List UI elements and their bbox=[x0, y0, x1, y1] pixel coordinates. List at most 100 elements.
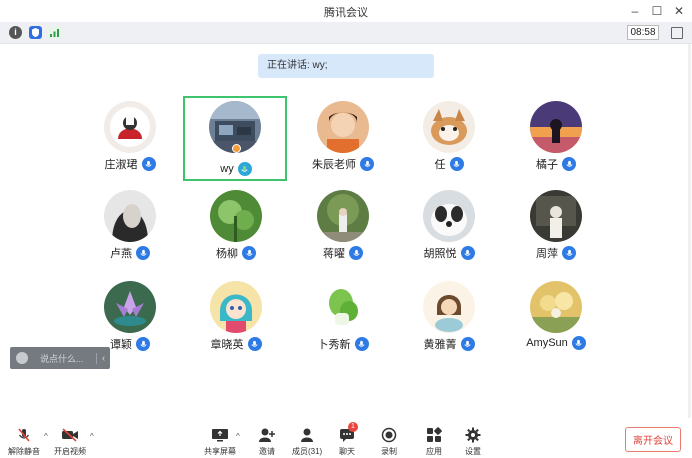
microphone-icon[interactable] bbox=[247, 337, 262, 351]
video-off-icon bbox=[61, 426, 79, 444]
participant-name-line: 卢燕 bbox=[78, 245, 182, 261]
participant-tile[interactable]: 黄雅菁 bbox=[397, 278, 501, 363]
minimize-icon[interactable]: – bbox=[626, 2, 644, 20]
chat-quick-input[interactable]: 说点什么... ‹ bbox=[10, 347, 110, 369]
participant-name-line: 橘子 bbox=[504, 156, 608, 172]
participant-name-line: 章晓英 bbox=[184, 336, 288, 352]
participant-tile[interactable]: 蒋曜 bbox=[291, 187, 395, 272]
record-button[interactable]: 录制 bbox=[380, 426, 398, 457]
invite-button[interactable]: 邀请 bbox=[258, 426, 276, 457]
microphone-icon[interactable] bbox=[349, 246, 363, 260]
microphone-icon[interactable] bbox=[449, 157, 464, 171]
participant-name-line: AmySun bbox=[504, 336, 608, 350]
participant-tile[interactable]: 卢燕 bbox=[78, 187, 182, 272]
participant-tile[interactable]: 朱辰老师 bbox=[291, 98, 395, 183]
participant-name-line: 黄雅菁 bbox=[397, 336, 501, 352]
microphone-icon[interactable] bbox=[136, 246, 150, 260]
share-screen-button[interactable]: 共享屏幕 bbox=[204, 426, 236, 457]
collapse-chevron-icon[interactable]: ‹ bbox=[96, 352, 110, 364]
gear-icon bbox=[464, 426, 482, 444]
microphone-icon[interactable] bbox=[460, 246, 475, 260]
fullscreen-icon[interactable] bbox=[671, 27, 683, 39]
unmute-button[interactable]: 解除静音 bbox=[8, 426, 40, 457]
participant-tile-active[interactable]: wy bbox=[183, 96, 287, 181]
microphone-icon[interactable] bbox=[354, 337, 369, 351]
apps-label: 应用 bbox=[426, 447, 442, 456]
participant-name: wy bbox=[220, 163, 234, 175]
avatar bbox=[423, 101, 475, 153]
avatar bbox=[423, 190, 475, 242]
window-controls: – ☐ ✕ bbox=[626, 2, 688, 20]
microphone-icon[interactable] bbox=[562, 157, 576, 171]
close-icon[interactable]: ✕ bbox=[670, 2, 688, 20]
avatar bbox=[317, 281, 369, 333]
avatar bbox=[530, 190, 582, 242]
microphone-icon[interactable] bbox=[136, 337, 150, 351]
participant-tile[interactable]: AmySun bbox=[504, 278, 608, 363]
microphone-icon[interactable] bbox=[242, 246, 256, 260]
participant-name: 橘子 bbox=[536, 159, 558, 171]
participant-name-line: 朱辰老师 bbox=[291, 156, 395, 172]
participant-tile[interactable]: 卜秀新 bbox=[291, 278, 395, 363]
apps-button[interactable]: 应用 bbox=[425, 426, 443, 457]
leave-meeting-button[interactable]: 离开会议 bbox=[625, 427, 681, 452]
participant-name: 庄淑珺 bbox=[104, 159, 138, 171]
avatar bbox=[210, 281, 262, 333]
window-title: 腾讯会议 bbox=[324, 7, 368, 19]
avatar bbox=[317, 190, 369, 242]
microphone-icon[interactable] bbox=[360, 157, 374, 171]
participant-tile[interactable]: 任 bbox=[397, 98, 501, 183]
participant-name-line: 胡照悦 bbox=[397, 245, 501, 261]
participant-tile[interactable]: 周萍 bbox=[504, 187, 608, 272]
chat-placeholder[interactable]: 说点什么... bbox=[40, 352, 96, 365]
emoji-icon[interactable] bbox=[16, 352, 28, 364]
participant-tile[interactable]: 章晓英 bbox=[184, 278, 288, 363]
audio-options-chevron-icon[interactable]: ^ bbox=[44, 432, 48, 441]
chat-button[interactable]: 1 聊天 bbox=[338, 422, 358, 457]
bottom-toolbar: 解除静音 ^ 开启视频 ^ 共享屏幕 ^ 邀请 成员(31) 1 聊天 录制 应… bbox=[0, 418, 692, 458]
members-icon bbox=[298, 426, 316, 444]
avatar bbox=[530, 101, 582, 153]
maximize-icon[interactable]: ☐ bbox=[648, 2, 666, 20]
settings-button[interactable]: 设置 bbox=[464, 426, 482, 457]
participant-name-line: 庄淑珺 bbox=[78, 156, 182, 172]
microphone-icon[interactable] bbox=[141, 157, 156, 171]
microphone-speaking-icon[interactable] bbox=[237, 162, 252, 176]
participant-name: 周萍 bbox=[536, 248, 558, 260]
participant-tile[interactable]: 胡照悦 bbox=[397, 187, 501, 272]
microphone-icon[interactable] bbox=[562, 246, 576, 260]
info-icon[interactable]: i bbox=[9, 26, 22, 39]
host-badge-icon bbox=[232, 144, 241, 153]
unmute-label: 解除静音 bbox=[8, 447, 40, 456]
microphone-icon[interactable] bbox=[571, 336, 586, 350]
record-label: 录制 bbox=[381, 447, 397, 456]
chat-label: 聊天 bbox=[339, 447, 355, 456]
speaking-indicator: 正在讲话: wy; bbox=[258, 54, 434, 78]
participant-name-line: 蒋曜 bbox=[291, 245, 395, 261]
shield-icon[interactable] bbox=[29, 26, 42, 39]
avatar bbox=[104, 101, 156, 153]
microphone-icon[interactable] bbox=[460, 337, 475, 351]
unread-badge: 1 bbox=[348, 422, 358, 432]
meeting-timer: 08:58 bbox=[627, 25, 659, 40]
participant-name-line: 任 bbox=[397, 156, 501, 172]
signal-icon[interactable] bbox=[48, 26, 61, 39]
share-screen-label: 共享屏幕 bbox=[204, 447, 236, 456]
participant-name: 胡照悦 bbox=[423, 248, 457, 260]
participant-name-line: 杨柳 bbox=[184, 245, 288, 261]
participant-name: 任 bbox=[434, 159, 446, 171]
participant-tile[interactable]: 橘子 bbox=[504, 98, 608, 183]
video-options-chevron-icon[interactable]: ^ bbox=[90, 432, 94, 441]
share-options-chevron-icon[interactable]: ^ bbox=[236, 432, 240, 441]
start-video-button[interactable]: 开启视频 bbox=[54, 426, 86, 457]
participant-name-line: wy bbox=[185, 162, 287, 176]
participant-tile[interactable]: 杨柳 bbox=[184, 187, 288, 272]
members-button[interactable]: 成员(31) bbox=[292, 426, 322, 457]
add-person-icon bbox=[258, 426, 276, 444]
avatar bbox=[210, 190, 262, 242]
participant-name: 章晓英 bbox=[210, 339, 244, 351]
participant-tile[interactable]: 庄淑珺 bbox=[78, 98, 182, 183]
participant-name: 黄雅菁 bbox=[423, 339, 457, 351]
scrollbar[interactable] bbox=[688, 44, 691, 418]
members-label: 成员(31) bbox=[292, 447, 323, 456]
